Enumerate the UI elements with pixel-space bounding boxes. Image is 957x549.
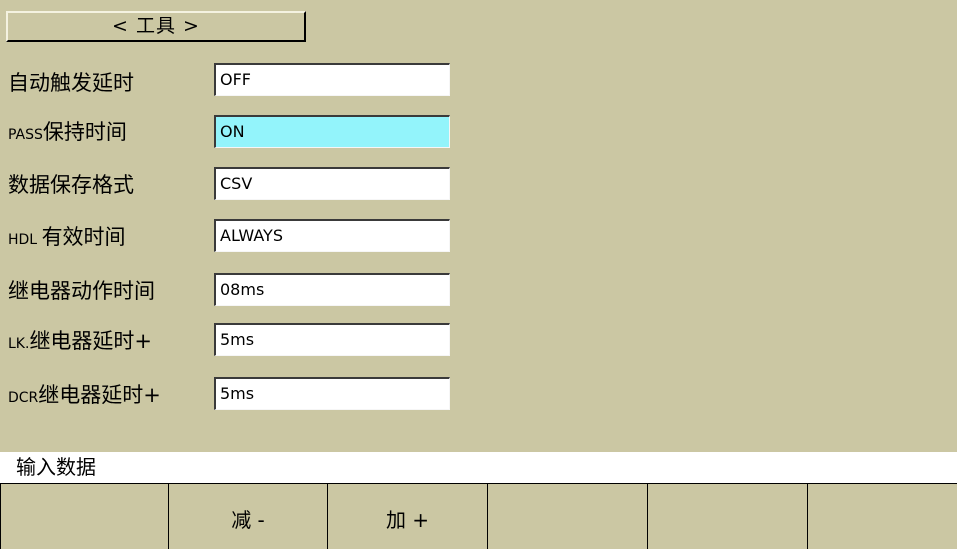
auto-trigger-delay-field[interactable]: OFF (214, 63, 450, 96)
instrument-screen: < 工具 > 自动触发延时 OFF PASS保持时间 ON 数据保存格式 CSV… (0, 0, 957, 549)
decrement-softkey[interactable]: 减 - (168, 483, 327, 549)
dcr-relay-delay-label: DCR继电器延时+ (8, 380, 161, 413)
pass-hold-time-field[interactable]: ON (214, 115, 450, 148)
data-save-format-field[interactable]: CSV (214, 167, 450, 200)
softkey-6[interactable] (807, 483, 957, 549)
page-title-tab: < 工具 > (6, 11, 306, 42)
row-label-text: 自动触发延时 (8, 71, 134, 95)
softkey-1[interactable] (0, 483, 168, 549)
data-save-format-label: 数据保存格式 (8, 170, 134, 203)
row-label-prefix: LK. (8, 336, 30, 352)
softkey-4[interactable] (487, 483, 647, 549)
relay-action-time-label: 继电器动作时间 (8, 276, 155, 309)
row-label-text: 继电器延时+ (29, 329, 153, 353)
dcr-relay-delay-field[interactable]: 5ms (214, 377, 450, 410)
lk-relay-delay-field[interactable]: 5ms (214, 323, 450, 356)
row-label-prefix: HDL (8, 232, 42, 248)
row-label-text: 继电器延时+ (38, 383, 161, 407)
hdl-valid-time-field[interactable]: ALWAYS (214, 219, 450, 252)
row-label-prefix: PASS (8, 127, 43, 143)
pass-hold-time-label: PASS保持时间 (8, 117, 127, 150)
softkey-bar: 减 - 加 + (0, 483, 957, 549)
row-label-text: 数据保存格式 (8, 173, 134, 197)
increment-softkey[interactable]: 加 + (327, 483, 487, 549)
row-label-text: 继电器动作时间 (8, 279, 155, 303)
row-label-prefix: DCR (8, 390, 39, 406)
input-prompt: 输入数据 (0, 452, 957, 483)
relay-action-time-field[interactable]: 08ms (214, 273, 450, 306)
softkey-5[interactable] (647, 483, 807, 549)
row-label-text: 保持时间 (42, 120, 127, 144)
lk-relay-delay-label: LK.继电器延时+ (8, 326, 152, 359)
row-label-text: 有效时间 (41, 225, 126, 249)
auto-trigger-delay-label: 自动触发延时 (8, 68, 134, 101)
hdl-valid-time-label: HDL 有效时间 (8, 222, 126, 255)
